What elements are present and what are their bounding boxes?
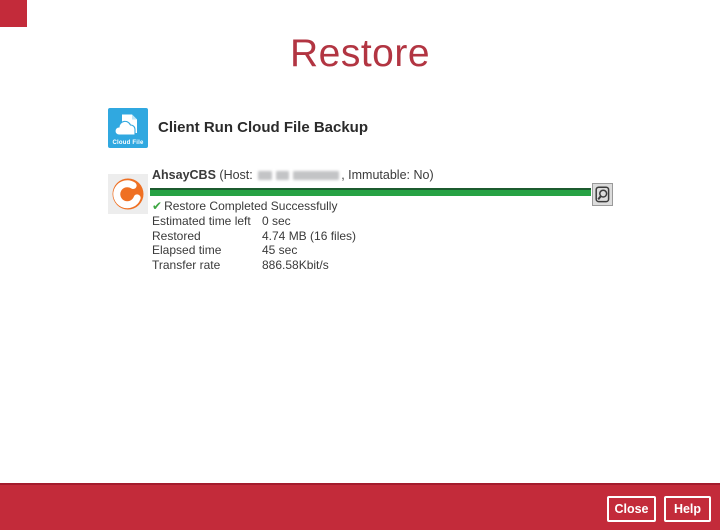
backup-set-name: Client Run Cloud File Backup <box>158 119 368 136</box>
close-button[interactable]: Close <box>607 496 656 522</box>
server-name: AhsayCBS <box>152 168 216 182</box>
help-button[interactable]: Help <box>664 496 711 522</box>
status-line: ✔Restore Completed Successfully <box>150 199 591 213</box>
check-icon: ✔ <box>152 199 162 213</box>
redacted-host-segment <box>293 171 339 180</box>
ahsaycbs-icon-graphic <box>108 174 148 214</box>
status-text: Restore Completed Successfully <box>164 199 337 213</box>
stat-value: 0 sec <box>262 214 291 229</box>
stat-value: 886.58Kbit/s <box>262 258 329 273</box>
stat-row-elapsed-time: Elapsed time 45 sec <box>152 243 591 258</box>
page-title: Restore <box>0 32 720 76</box>
view-log-button[interactable] <box>592 183 613 206</box>
restore-screen: Restore Cloud File Client Run Cloud File… <box>0 0 720 530</box>
job-title-line: AhsayCBS (Host: , Immutable: No) <box>150 168 591 185</box>
magnifier-icon <box>595 186 610 203</box>
stat-label: Elapsed time <box>152 243 262 258</box>
stat-row-restored: Restored 4.74 MB (16 files) <box>152 229 591 244</box>
ahsaycbs-icon <box>108 174 148 214</box>
footer-bar: Close Help <box>0 483 720 530</box>
cloud-file-icon-caption: Cloud File <box>108 140 148 146</box>
stat-value: 4.74 MB (16 files) <box>262 229 356 244</box>
stat-row-transfer-rate: Transfer rate 886.58Kbit/s <box>152 258 591 273</box>
stat-label: Transfer rate <box>152 258 262 273</box>
restore-job-details: AhsayCBS (Host: , Immutable: No) ✔Restor… <box>150 168 591 272</box>
stat-label: Estimated time left <box>152 214 262 229</box>
cloud-file-icon: Cloud File <box>108 108 148 148</box>
progress-bar <box>150 188 591 196</box>
redacted-host-segment <box>258 171 272 180</box>
corner-accent <box>0 0 27 27</box>
stat-row-estimated-time: Estimated time left 0 sec <box>152 214 591 229</box>
job-stats: Estimated time left 0 sec Restored 4.74 … <box>150 214 591 272</box>
redacted-host-segment <box>276 171 289 180</box>
host-suffix: , Immutable: No) <box>341 168 433 182</box>
stat-value: 45 sec <box>262 243 297 258</box>
host-prefix: (Host: <box>219 168 256 182</box>
stat-label: Restored <box>152 229 262 244</box>
